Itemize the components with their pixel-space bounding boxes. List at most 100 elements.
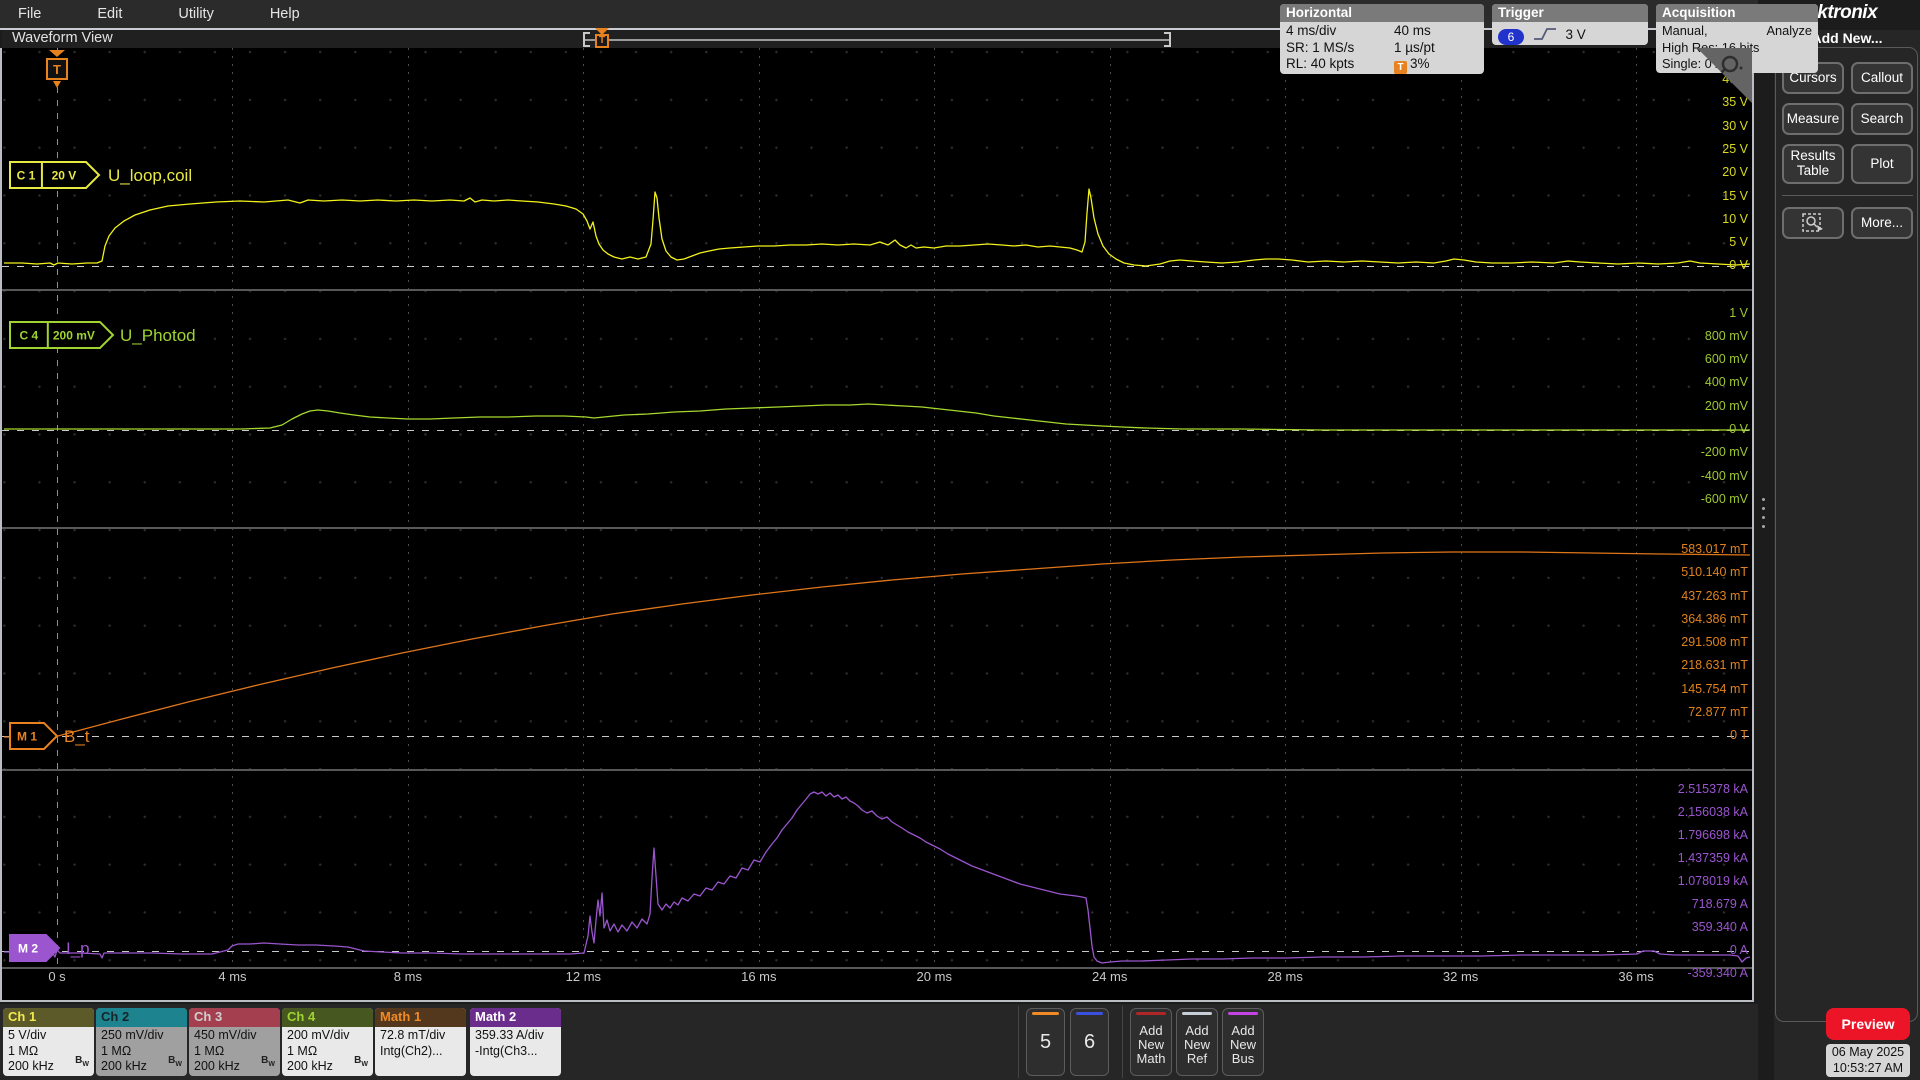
add-callout-button[interactable]: Callout [1851, 62, 1913, 94]
y-axis-tick-label-m1: 583.017 mT [1681, 542, 1748, 556]
trigger-flag-label[interactable]: T [53, 62, 61, 77]
y-axis-tick-label-ch4: -200 mV [1700, 445, 1748, 460]
channel-button-6[interactable]: 6 [1070, 1008, 1109, 1076]
y-axis-tick-label-ch1: 5 V [1729, 235, 1748, 250]
menu-file[interactable]: File [18, 6, 41, 22]
channel-setting: 200 mV/div [287, 1028, 350, 1042]
bandwidth-limit-icon: BW [168, 1055, 182, 1068]
acquisition-title: Acquisition [1656, 4, 1818, 22]
channel-setting: -Intg(Ch3... [475, 1043, 538, 1058]
add-plot-button[interactable]: Plot [1851, 144, 1913, 184]
trace-ch4[interactable] [4, 403, 1750, 431]
channel-color-stripe [1076, 1012, 1103, 1015]
add-results-table-button[interactable]: Results Table [1782, 144, 1844, 184]
channel-box-header: Math 2 [470, 1008, 561, 1027]
channel-box-ch4[interactable]: Ch 4 200 mV/div 1 MΩ 200 kHz BW [282, 1008, 373, 1076]
more-button[interactable]: More... [1851, 207, 1913, 239]
acquisition-mode: Manual, [1662, 23, 1708, 38]
trigger-source-badge: 6 [1498, 29, 1524, 45]
add-new-math-button[interactable]: Add New Math [1130, 1008, 1172, 1076]
y-axis-tick-label-ch4: 400 mV [1704, 375, 1748, 390]
channel-box-body: 250 mV/div 1 MΩ 200 kHz BW [96, 1027, 187, 1075]
channel-color-stripe [1032, 1012, 1059, 1015]
add-measure-button[interactable]: Measure [1782, 103, 1844, 135]
panel-splitter-handle[interactable] [1760, 498, 1766, 538]
y-axis-tick-label-ch1: 20 V [1722, 165, 1748, 180]
zoom-box-icon [1802, 213, 1823, 232]
channel-box-body: 359.33 A/div -Intg(Ch3... [470, 1027, 561, 1059]
y-axis-tick-label-m1: 218.631 mT [1681, 658, 1748, 673]
y-axis-tick-label-ch4: 600 mV [1704, 352, 1748, 367]
channel-setting: 72.8 mT/div [380, 1028, 446, 1042]
y-axis-tick-label-ch4: 200 mV [1704, 398, 1748, 413]
y-axis-tick-label-m1: 364.386 mT [1681, 611, 1748, 626]
y-axis-tick-label-ch4: -600 mV [1700, 491, 1748, 506]
trigger-panel[interactable]: Trigger 6 3 V [1492, 4, 1648, 45]
channel-setting: 450 mV/div [194, 1028, 257, 1042]
horizontal-title: Horizontal [1280, 4, 1484, 22]
channel-box-header: Ch 1 [3, 1008, 94, 1027]
y-axis-tick-label-m2: -359.340 A [1687, 966, 1748, 980]
trigger-title: Trigger [1492, 4, 1648, 22]
trace-m2[interactable] [4, 791, 1751, 964]
add-search-button[interactable]: Search [1851, 103, 1913, 135]
bottom-bar: Ch 15 V/div 1 MΩ 200 kHz BW Ch 2 250 mV/div 1 … [0, 1004, 1758, 1080]
waveform-traces: T C 1 20 V U_loop,coil C 4 200 mV U_Photod M 1 B… [4, 50, 1751, 964]
add-new-bus-button[interactable]: Add New Bus [1222, 1008, 1264, 1076]
y-axis-tick-label-m2: 718.679 A [1691, 897, 1748, 911]
channel-setting: 359.33 A/div [475, 1028, 544, 1042]
right-sidebar: Add New... Cursors Callout Measure Searc… [1774, 30, 1920, 1080]
datetime-display: 06 May 2025 10:53:27 AM [1826, 1044, 1910, 1077]
channel-box-ch1[interactable]: Ch 15 V/div 1 MΩ 200 kHz BW [3, 1008, 94, 1076]
y-axis-tick-label-m1: 437.263 mT [1681, 588, 1748, 603]
y-axis-tick-label-ch1: 25 V [1722, 141, 1748, 156]
svg-text:C 1: C 1 [17, 169, 36, 183]
channel-box-header: Ch 2 [96, 1008, 187, 1027]
svg-text:C 4: C 4 [20, 329, 39, 343]
y-axis-tick-label-ch1: 0 V [1729, 258, 1748, 273]
channel-box-ch3[interactable]: Ch 3 450 mV/div 1 MΩ 200 kHz BW [189, 1008, 280, 1076]
record-line [583, 39, 1171, 41]
add-new-stripe [1136, 1012, 1166, 1015]
waveform-plot[interactable]: 0 s4 ms 8 ms 12 ms 16 ms 20 ms 24 ms 28 ms 32 m… [0, 48, 1754, 1002]
channel-box-ch2[interactable]: Ch 2 250 mV/div 1 MΩ 200 kHz BW [96, 1008, 187, 1076]
channel-badge-c1-label[interactable]: U_loop,coil [108, 166, 192, 185]
channel-badge-m1-label[interactable]: B_t [64, 727, 90, 746]
channel-setting: 5 V/div [8, 1028, 47, 1042]
svg-text:M 1: M 1 [17, 730, 37, 744]
y-axis-tick-label-m1: 72.877 mT [1688, 704, 1748, 719]
zoom-mode-button[interactable] [1782, 207, 1844, 239]
add-new-ref-button[interactable]: Add New Ref [1176, 1008, 1218, 1076]
y-axis-tick-label-ch4: 800 mV [1704, 328, 1748, 343]
preview-button[interactable]: Preview [1826, 1008, 1910, 1040]
y-axis-tick-label-ch1: 30 V [1722, 118, 1748, 133]
y-axis-tick-label-ch1: 15 V [1722, 188, 1748, 203]
y-axis-tick-label-m2: 1.078019 kA [1677, 874, 1748, 888]
bandwidth-limit-icon: BW [75, 1055, 89, 1068]
y-axis-tick-label-m2: 2.156038 kA [1677, 805, 1748, 819]
channel-box-math1[interactable]: Math 1 72.8 mT/div Intg(Ch2)... [375, 1008, 466, 1076]
menu-edit[interactable]: Edit [97, 6, 122, 22]
y-axis-tick-label-ch4: 0 V [1729, 422, 1748, 436]
trigger-flag-arrow-icon[interactable] [49, 50, 65, 57]
bandwidth-limit-icon: BW [261, 1055, 275, 1068]
trace-m1[interactable] [4, 551, 1751, 738]
record-right-bracket[interactable] [1164, 32, 1171, 47]
trigger-flag-tail-icon[interactable] [53, 81, 61, 88]
oscilloscope-screen: File Edit Utility Help Tektronix Wavefor… [0, 0, 1920, 1080]
trigger-level: 3 V [1565, 27, 1586, 42]
channel-box-math2[interactable]: Math 2 359.33 A/div -Intg(Ch3... [470, 1008, 561, 1076]
menu-utility[interactable]: Utility [178, 6, 213, 22]
trace-ch1[interactable] [4, 188, 1751, 267]
channel-button-5[interactable]: 5 [1026, 1008, 1065, 1076]
channel-badge-c4-label[interactable]: U_Photod [120, 326, 196, 345]
record-trigger-icon[interactable]: T [595, 34, 609, 48]
y-axis-tick-label-ch1: 10 V [1722, 211, 1748, 226]
channel-box-body: 450 mV/div 1 MΩ 200 kHz BW [189, 1027, 280, 1075]
record-view-bar[interactable]: T [583, 28, 1171, 48]
menu-help[interactable]: Help [270, 6, 300, 22]
y-axis-tick-label-m1: 0 T [1730, 728, 1748, 742]
record-left-bracket[interactable] [583, 32, 590, 47]
channel-badge-m2-label[interactable]: I_p [66, 939, 90, 958]
channel-box-body: 200 mV/div 1 MΩ 200 kHz BW [282, 1027, 373, 1075]
